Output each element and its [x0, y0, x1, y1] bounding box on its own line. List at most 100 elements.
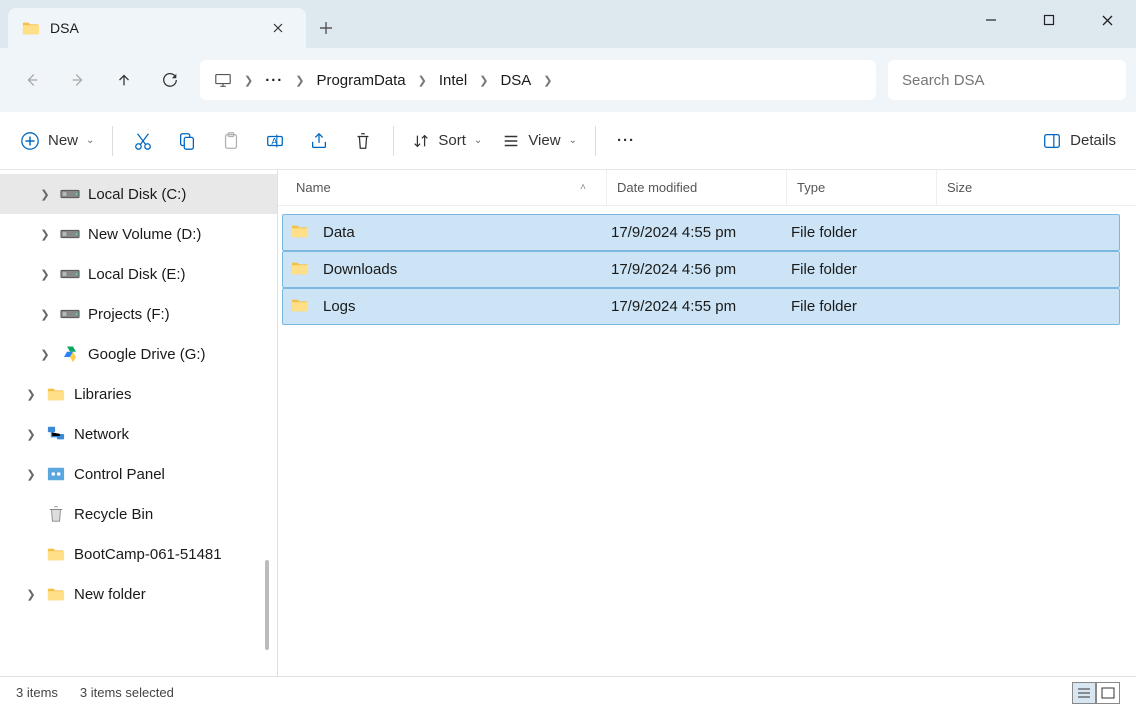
chevron-right-icon[interactable]: ❯	[291, 74, 308, 87]
sidebar-item[interactable]: ❯Google Drive (G:)	[0, 334, 277, 374]
recycle-icon	[46, 504, 66, 524]
sidebar-item[interactable]: ❯New folder	[0, 574, 277, 614]
share-button[interactable]	[297, 121, 341, 161]
separator	[112, 126, 113, 156]
minimize-button[interactable]	[962, 0, 1020, 40]
column-name[interactable]: Name˄	[296, 180, 606, 195]
more-button[interactable]: ···	[604, 121, 648, 161]
file-date: 17/9/2024 4:55 pm	[611, 224, 791, 241]
scrollbar-thumb[interactable]	[265, 560, 269, 650]
selected-count: 3 items selected	[80, 685, 174, 700]
sidebar-item-label: Control Panel	[74, 466, 165, 483]
chevron-down-icon: ⌄	[569, 135, 577, 146]
column-date[interactable]: Date modified	[606, 170, 786, 205]
tab-current[interactable]: DSA	[8, 8, 306, 48]
sidebar-item-label: Local Disk (C:)	[88, 186, 186, 203]
separator	[595, 126, 596, 156]
cut-button[interactable]	[121, 121, 165, 161]
expand-icon[interactable]: ❯	[24, 388, 38, 401]
column-type[interactable]: Type	[786, 170, 936, 205]
sidebar-item[interactable]: Recycle Bin	[0, 494, 277, 534]
file-date: 17/9/2024 4:56 pm	[611, 261, 791, 278]
file-name: Downloads	[323, 261, 611, 278]
new-button[interactable]: New ⌄	[10, 121, 104, 161]
chevron-right-icon[interactable]: ❯	[475, 74, 492, 87]
expand-icon[interactable]: ❯	[24, 588, 38, 601]
file-list[interactable]: Data17/9/2024 4:55 pmFile folderDownload…	[278, 206, 1136, 333]
breadcrumb-segment[interactable]: ProgramData	[308, 64, 413, 96]
details-label: Details	[1070, 132, 1116, 149]
maximize-button[interactable]	[1020, 0, 1078, 40]
column-size[interactable]: Size	[936, 170, 1136, 205]
view-label: View	[528, 132, 560, 149]
sidebar-item[interactable]: ❯ Local Disk (C:)	[0, 174, 277, 214]
paste-button[interactable]	[209, 121, 253, 161]
window-controls	[962, 0, 1136, 40]
new-label: New	[48, 132, 78, 149]
file-row[interactable]: Logs17/9/2024 4:55 pmFile folder	[282, 288, 1120, 325]
breadcrumb-segment[interactable]: Intel	[431, 64, 475, 96]
expand-icon[interactable]: ❯	[38, 268, 52, 281]
folder-icon	[46, 384, 66, 404]
folder-icon	[291, 259, 313, 281]
sidebar-item[interactable]: ❯ Network	[0, 414, 277, 454]
sidebar-item-label: Network	[74, 426, 129, 443]
view-button[interactable]: View ⌄	[492, 121, 587, 161]
disk-icon	[60, 224, 80, 244]
sort-indicator-icon: ˄	[580, 182, 586, 193]
breadcrumb-segment[interactable]: DSA	[492, 64, 539, 96]
thumbnails-view-button[interactable]	[1096, 682, 1120, 704]
up-button[interactable]	[102, 58, 146, 102]
search-box[interactable]	[888, 60, 1126, 100]
expand-icon[interactable]: ❯	[38, 228, 52, 241]
sidebar[interactable]: ❯Local Disk (C:)❯New Volume (D:)❯Local D…	[0, 170, 278, 676]
folder-icon	[46, 584, 66, 604]
details-view-button[interactable]	[1072, 682, 1096, 704]
file-name: Data	[323, 224, 611, 241]
expand-icon[interactable]: ❯	[38, 188, 52, 201]
tab-title: DSA	[50, 20, 264, 36]
separator	[393, 126, 394, 156]
file-name: Logs	[323, 298, 611, 315]
search-input[interactable]	[902, 72, 1112, 89]
sidebar-item[interactable]: BootCamp-061-51481	[0, 534, 277, 574]
new-tab-button[interactable]	[306, 8, 346, 48]
rename-button[interactable]: A	[253, 121, 297, 161]
folder-icon	[291, 296, 313, 318]
expand-icon[interactable]: ❯	[24, 468, 38, 481]
folder-icon	[46, 544, 66, 564]
tab-close-button[interactable]	[264, 14, 292, 42]
pc-icon[interactable]	[206, 64, 240, 96]
sidebar-item[interactable]: ❯ Projects (F:)	[0, 294, 277, 334]
refresh-button[interactable]	[148, 58, 192, 102]
navbar: ❯ ··· ❯ ProgramData ❯ Intel ❯ DSA ❯	[0, 48, 1136, 112]
delete-button[interactable]	[341, 121, 385, 161]
chevron-right-icon[interactable]: ❯	[414, 74, 431, 87]
expand-icon[interactable]: ❯	[38, 348, 52, 361]
network-icon	[46, 424, 66, 444]
ellipsis-icon[interactable]: ···	[257, 64, 291, 96]
file-row[interactable]: Data17/9/2024 4:55 pmFile folder	[282, 214, 1120, 251]
sidebar-item-label: Projects (F:)	[88, 306, 170, 323]
chevron-down-icon: ⌄	[86, 135, 94, 146]
sidebar-item[interactable]: ❯New Volume (D:)	[0, 214, 277, 254]
file-type: File folder	[791, 224, 941, 241]
expand-icon[interactable]: ❯	[24, 428, 38, 441]
forward-button[interactable]	[56, 58, 100, 102]
address-bar[interactable]: ❯ ··· ❯ ProgramData ❯ Intel ❯ DSA ❯	[200, 60, 876, 100]
sidebar-item[interactable]: ❯ Control Panel	[0, 454, 277, 494]
sidebar-item[interactable]: ❯ Local Disk (E:)	[0, 254, 277, 294]
chevron-down-icon: ⌄	[474, 135, 482, 146]
file-row[interactable]: Downloads17/9/2024 4:56 pmFile folder	[282, 251, 1120, 288]
close-button[interactable]	[1078, 0, 1136, 40]
expand-icon[interactable]: ❯	[38, 308, 52, 321]
back-button[interactable]	[10, 58, 54, 102]
sort-button[interactable]: Sort ⌄	[402, 121, 492, 161]
item-count: 3 items	[16, 685, 58, 700]
details-button[interactable]: Details	[1032, 121, 1126, 161]
chevron-right-icon[interactable]: ❯	[539, 74, 556, 87]
copy-button[interactable]	[165, 121, 209, 161]
chevron-right-icon[interactable]: ❯	[240, 74, 257, 87]
sidebar-item-label: Local Disk (E:)	[88, 266, 186, 283]
sidebar-item[interactable]: ❯Libraries	[0, 374, 277, 414]
